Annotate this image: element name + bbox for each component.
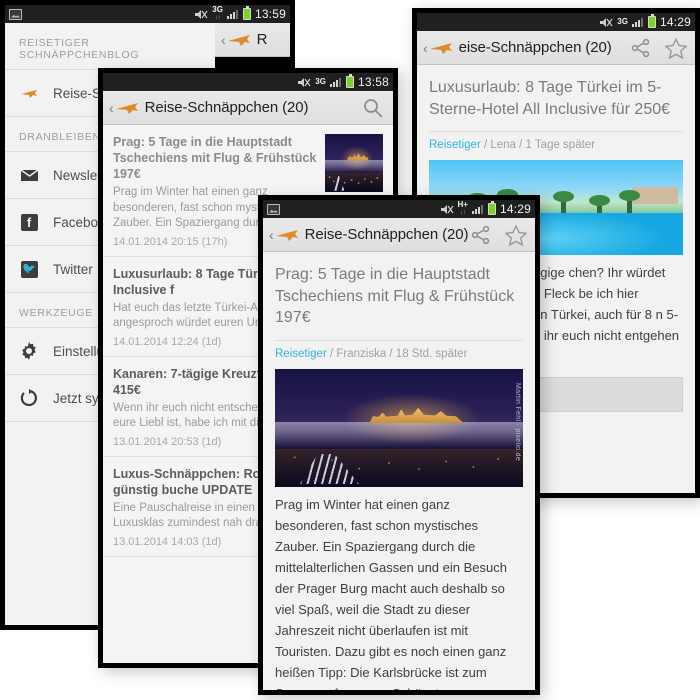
clock: 14:29 [499,202,531,216]
mute-icon [194,9,208,20]
status-left-icons [9,8,22,20]
image-icon [9,8,22,20]
sync-icon [19,388,39,408]
back-chevron-icon[interactable]: ‹ [221,33,226,47]
star-icon[interactable] [664,36,688,59]
airplane-icon [275,225,301,245]
network-type-icon: H+ ↓↑ [457,200,468,217]
network-type-icon: 3G [617,17,628,26]
list-item-thumbnail [325,134,383,192]
facebook-icon: f [19,212,39,232]
article-meta-rest: / Lena / 1 Tage später [480,139,596,152]
twitter-icon: 🐦 [19,259,39,279]
signal-icon [226,9,239,19]
gear-icon [19,341,39,361]
back-chevron-icon[interactable]: ‹ [269,228,274,242]
back-chevron-icon[interactable]: ‹ [109,101,114,115]
status-right-icons: 3G ↓↑ 13:59 [194,6,286,22]
signal-icon [471,204,484,214]
drawer-item-label: Twitter [53,261,93,277]
action-bar: ‹ Reise-Schnäppchen (20) [103,91,393,125]
action-bar: ‹ Reise-Schnäppchen (20) [263,218,535,252]
peek-title: R [256,31,268,48]
mute-icon [297,77,311,88]
envelope-icon [19,165,39,185]
battery-icon [647,14,656,28]
share-icon[interactable] [631,38,651,58]
network-type-icon: 3G [315,77,326,86]
image-credit: Martin Fehl · pixelio.de [514,382,521,461]
status-bar: 3G ↓↑ 13:59 [5,5,290,23]
article-title: Luxusurlaub: 8 Tage Türkei im 5-Sterne-H… [429,79,671,118]
battery-icon [242,6,251,20]
clock: 13:58 [357,75,389,89]
status-bar: 3G 13:58 [103,73,393,91]
battery-icon [345,74,354,88]
signal-icon [631,17,644,27]
clock: 13:59 [254,7,286,21]
status-bar: H+ ↓↑ 14:29 [263,200,535,218]
action-bar: ‹ eise-Schnäppchen (20) [417,31,695,65]
battery-icon [487,201,496,215]
article-title: Prag: 5 Tage in die Hauptstadt Tschechie… [275,266,515,327]
airplane-icon [227,30,253,50]
drawer-section-header-blog: REISETIGER SCHNÄPPCHENBLOG [5,23,215,70]
article-detail: Prag: 5 Tage in die Hauptstadt Tschechie… [263,252,535,695]
page-title: Reise-Schnäppchen (20) [304,226,469,243]
network-type-icon: 3G ↓↑ [212,5,223,22]
airplane-icon [115,98,141,118]
article-hero-image: Martin Fehl · pixelio.de [275,368,523,487]
star-icon[interactable] [504,223,528,246]
image-icon [267,203,280,215]
phone-article-prague: H+ ↓↑ 14:29 ‹ Reise-Schnäppchen (20) Prag… [258,195,540,695]
article-source-link[interactable]: Reisetiger [275,348,327,360]
article-body: Prag im Winter hat einen ganz besonderen… [275,496,507,695]
mute-icon [599,17,613,28]
page-title: eise-Schnäppchen (20) [458,39,612,56]
clock: 14:29 [659,15,691,29]
search-icon[interactable] [363,98,383,118]
article-meta-rest: / Franziska / 18 Std. später [326,347,468,360]
signal-icon [329,77,342,87]
peek-action-bar: ‹ R [215,23,290,57]
page-title: Reise-Schnäppchen (20) [144,99,309,116]
article-source-link[interactable]: Reisetiger [429,139,481,151]
back-chevron-icon[interactable]: ‹ [423,41,428,55]
airplane-icon [19,83,39,103]
status-bar: 3G 14:29 [417,13,695,31]
article-meta: Reisetiger / Franziska / 18 Std. später [275,339,523,369]
share-icon[interactable] [471,225,491,245]
list-item-title: Prag: 5 Tage in die Hauptstadt Tschechie… [113,135,317,181]
mute-icon [440,204,454,215]
article-meta: Reisetiger / Lena / 1 Tage später [429,131,683,160]
airplane-icon [429,38,455,58]
